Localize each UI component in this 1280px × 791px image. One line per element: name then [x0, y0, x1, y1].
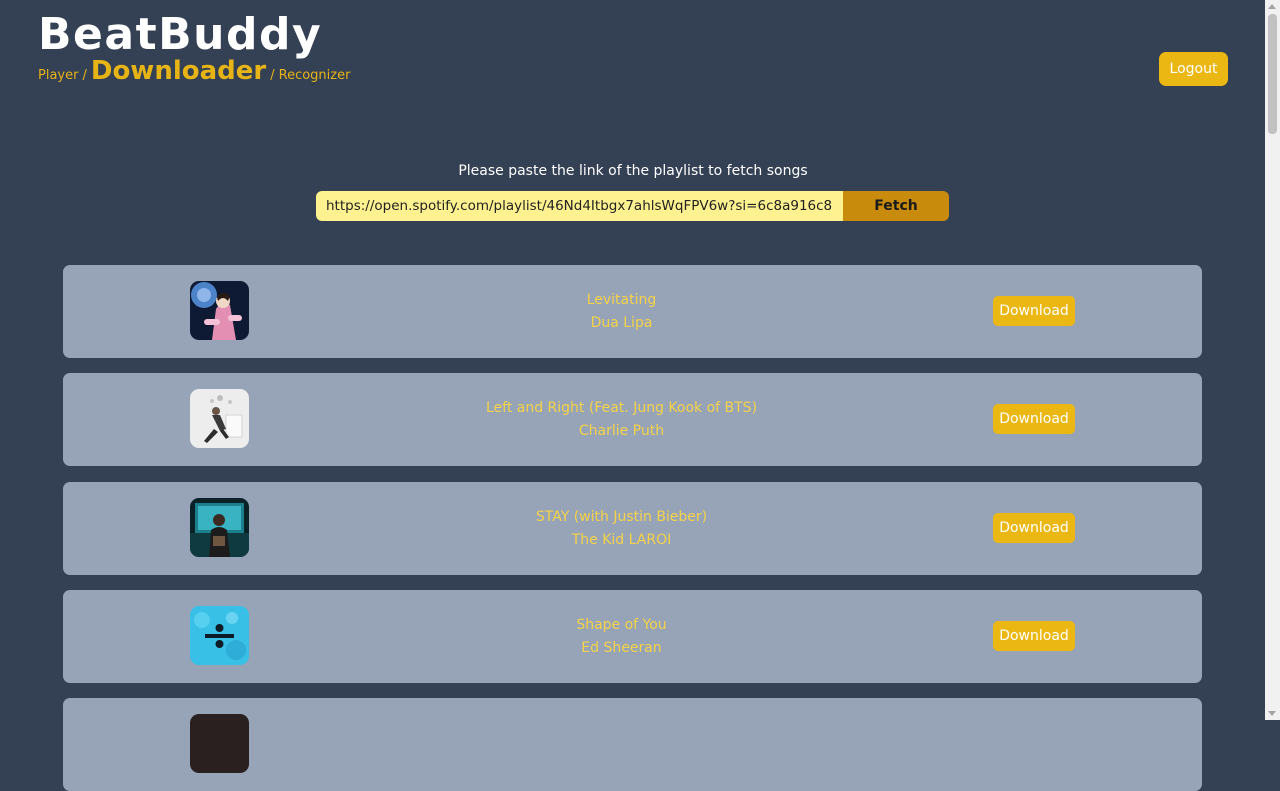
nav-link-recognizer[interactable]: Recognizer	[279, 68, 351, 83]
album-cover-left-and-right-icon	[190, 389, 249, 448]
download-button[interactable]: Download	[993, 296, 1075, 326]
nav-link-downloader[interactable]: Downloader	[91, 56, 266, 86]
song-card: Levitating Dua Lipa Download	[63, 265, 1202, 358]
fetch-bar: Fetch	[316, 191, 949, 221]
album-cover-stay-icon	[190, 498, 249, 557]
song-card: Left and Right (Feat. Jung Kook of BTS) …	[63, 373, 1202, 466]
song-title: STAY (with Justin Bieber)	[535, 509, 708, 525]
download-button[interactable]: Download	[993, 404, 1075, 434]
nav-separator: /	[270, 68, 275, 83]
song-title: Left and Right (Feat. Jung Kook of BTS)	[485, 400, 758, 416]
fetch-button[interactable]: Fetch	[843, 191, 949, 221]
nav-link-player[interactable]: Player	[38, 68, 78, 83]
playlist-url-input[interactable]	[316, 191, 843, 221]
app-title: BeatBuddy	[38, 9, 323, 60]
song-artist: Ed Sheeran	[581, 640, 662, 656]
album-cover-icon	[190, 714, 249, 773]
scroll-down-icon[interactable]	[1268, 711, 1276, 716]
song-card: STAY (with Justin Bieber) The Kid LAROI …	[63, 482, 1202, 575]
album-cover-levitating-icon	[190, 281, 249, 340]
album-cover-shape-of-you-icon	[190, 606, 249, 665]
song-card	[63, 698, 1202, 791]
song-artist: Dua Lipa	[590, 315, 653, 331]
scroll-up-icon[interactable]	[1268, 4, 1276, 9]
song-card: Shape of You Ed Sheeran Download	[63, 590, 1202, 683]
song-info: STAY (with Justin Bieber) The Kid LAROI	[363, 506, 880, 552]
song-title: Shape of You	[576, 617, 667, 633]
song-artist: The Kid LAROI	[571, 532, 672, 548]
download-button[interactable]: Download	[993, 513, 1075, 543]
song-artist: Charlie Puth	[578, 423, 665, 439]
scrollbar[interactable]	[1265, 0, 1280, 720]
download-button[interactable]: Download	[993, 621, 1075, 651]
song-info: Levitating Dua Lipa	[363, 289, 880, 335]
song-info: Shape of You Ed Sheeran	[363, 614, 880, 660]
page-nav: Player / Downloader / Recognizer	[38, 56, 350, 86]
fetch-prompt: Please paste the link of the playlist to…	[458, 163, 808, 179]
scroll-thumb[interactable]	[1268, 14, 1277, 134]
song-info: Left and Right (Feat. Jung Kook of BTS) …	[363, 397, 880, 443]
song-title: Levitating	[586, 292, 657, 308]
logout-button[interactable]: Logout	[1159, 52, 1228, 86]
nav-separator: /	[82, 68, 87, 83]
